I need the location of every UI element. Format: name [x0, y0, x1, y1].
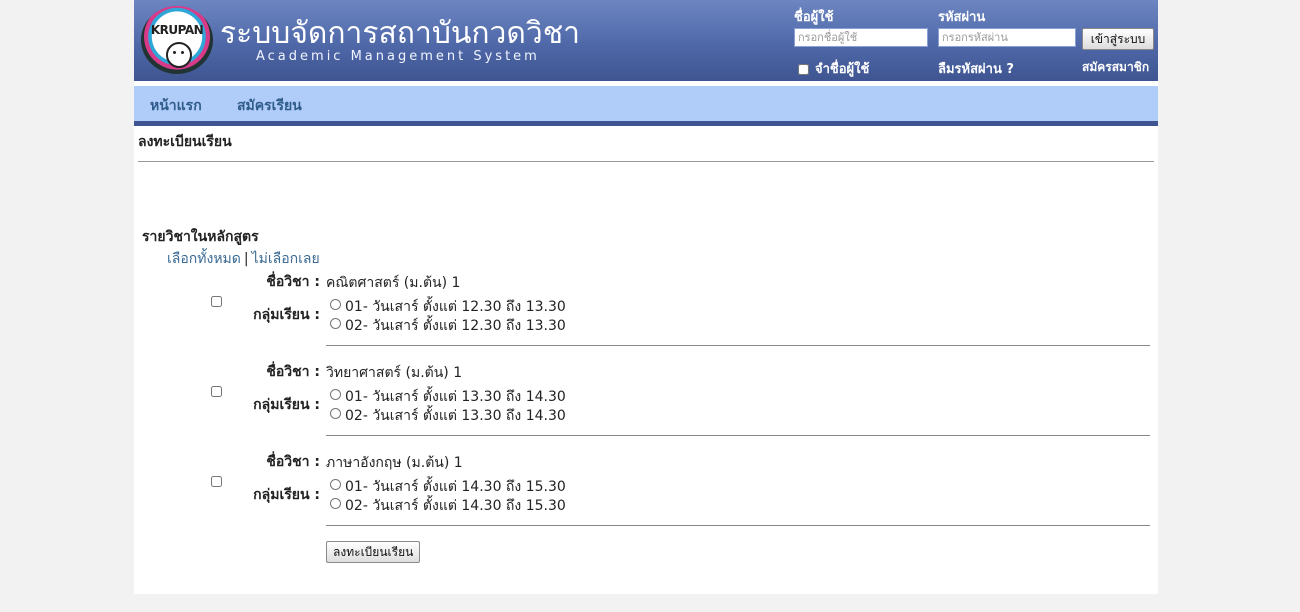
password-label: รหัสผ่าน	[938, 10, 986, 25]
group-radio[interactable]	[330, 318, 341, 329]
course-divider	[326, 525, 1150, 526]
curriculum-heading: รายวิชาในหลักสูตร	[142, 229, 259, 245]
link-separator: |	[243, 251, 249, 267]
group-radio[interactable]	[330, 389, 341, 400]
logo-face-icon	[166, 42, 192, 68]
logo-text: KRUPAN	[150, 23, 204, 37]
krupan-logo[interactable]: KRUPAN	[141, 6, 213, 74]
course-name: วิทยาศาสตร์ (ม.ต้น) 1	[326, 365, 463, 381]
register-submit-button[interactable]: ลงทะเบียนเรียน	[326, 541, 421, 563]
site-header: KRUPAN ระบบจัดการสถาบันกวดวิชา Academic …	[134, 0, 1158, 81]
group-label: กลุ่มเรียน :	[253, 397, 320, 413]
group-option-label: 02- วันเสาร์ ตั้งแต่ 12.30 ถึง 13.30	[345, 318, 566, 334]
group-radio[interactable]	[330, 498, 341, 509]
group-option[interactable]: 02- วันเสาร์ ตั้งแต่ 12.30 ถึง 13.30	[330, 315, 566, 337]
group-option-label: 01- วันเสาร์ ตั้งแต่ 14.30 ถึง 15.30	[345, 479, 566, 495]
group-radio[interactable]	[330, 299, 341, 310]
course-name-label: ชื่อวิชา :	[266, 364, 320, 380]
username-label: ชื่อผู้ใช้	[794, 10, 834, 25]
course-name: คณิตศาสตร์ (ม.ต้น) 1	[326, 275, 461, 291]
login-button[interactable]: เข้าสู่ระบบ	[1082, 28, 1154, 50]
page-container: KRUPAN ระบบจัดการสถาบันกวดวิชา Academic …	[134, 0, 1158, 594]
group-option[interactable]: 02- วันเสาร์ ตั้งแต่ 13.30 ถึง 14.30	[330, 405, 566, 427]
register-link[interactable]: สมัครสมาชิก	[1082, 58, 1149, 77]
forgot-password-link[interactable]: ลืมรหัสผ่าน ?	[938, 58, 1014, 79]
divider	[138, 161, 1154, 162]
remember-label: จำชื่อผู้ใช้	[815, 62, 870, 77]
nav-item-home[interactable]: หน้าแรก	[150, 95, 202, 117]
group-option-label: 01- วันเสาร์ ตั้งแต่ 13.30 ถึง 14.30	[345, 389, 566, 405]
remember-me[interactable]: จำชื่อผู้ใช้	[798, 58, 869, 79]
main-nav: หน้าแรก สมัครเรียน	[134, 86, 1158, 126]
course-name: ภาษาอังกฤษ (ม.ต้น) 1	[326, 455, 463, 471]
group-option-label: 01- วันเสาร์ ตั้งแต่ 12.30 ถึง 13.30	[345, 299, 566, 315]
group-option[interactable]: 02- วันเสาร์ ตั้งแต่ 14.30 ถึง 15.30	[330, 495, 566, 517]
username-input[interactable]	[794, 28, 928, 47]
select-none-link[interactable]: ไม่เลือกเลย	[252, 251, 320, 267]
password-input[interactable]	[938, 28, 1076, 47]
page-title: ลงทะเบียนเรียน	[138, 134, 232, 150]
group-option-label: 02- วันเสาร์ ตั้งแต่ 14.30 ถึง 15.30	[345, 498, 566, 514]
nav-item-apply[interactable]: สมัครเรียน	[237, 95, 302, 117]
course-name-label: ชื่อวิชา :	[266, 454, 320, 470]
select-all-link[interactable]: เลือกทั้งหมด	[167, 251, 241, 267]
group-label: กลุ่มเรียน :	[253, 307, 320, 323]
course-divider	[326, 345, 1150, 346]
group-radio[interactable]	[330, 408, 341, 419]
group-option-label: 02- วันเสาร์ ตั้งแต่ 13.30 ถึง 14.30	[345, 408, 566, 424]
selection-links: เลือกทั้งหมด | ไม่เลือกเลย	[167, 248, 320, 270]
site-subtitle: Academic Management System	[256, 49, 540, 64]
course-divider	[326, 435, 1150, 436]
course-name-label: ชื่อวิชา :	[266, 274, 320, 290]
group-label: กลุ่มเรียน :	[253, 487, 320, 503]
group-radio[interactable]	[330, 479, 341, 490]
remember-checkbox[interactable]	[798, 64, 809, 75]
